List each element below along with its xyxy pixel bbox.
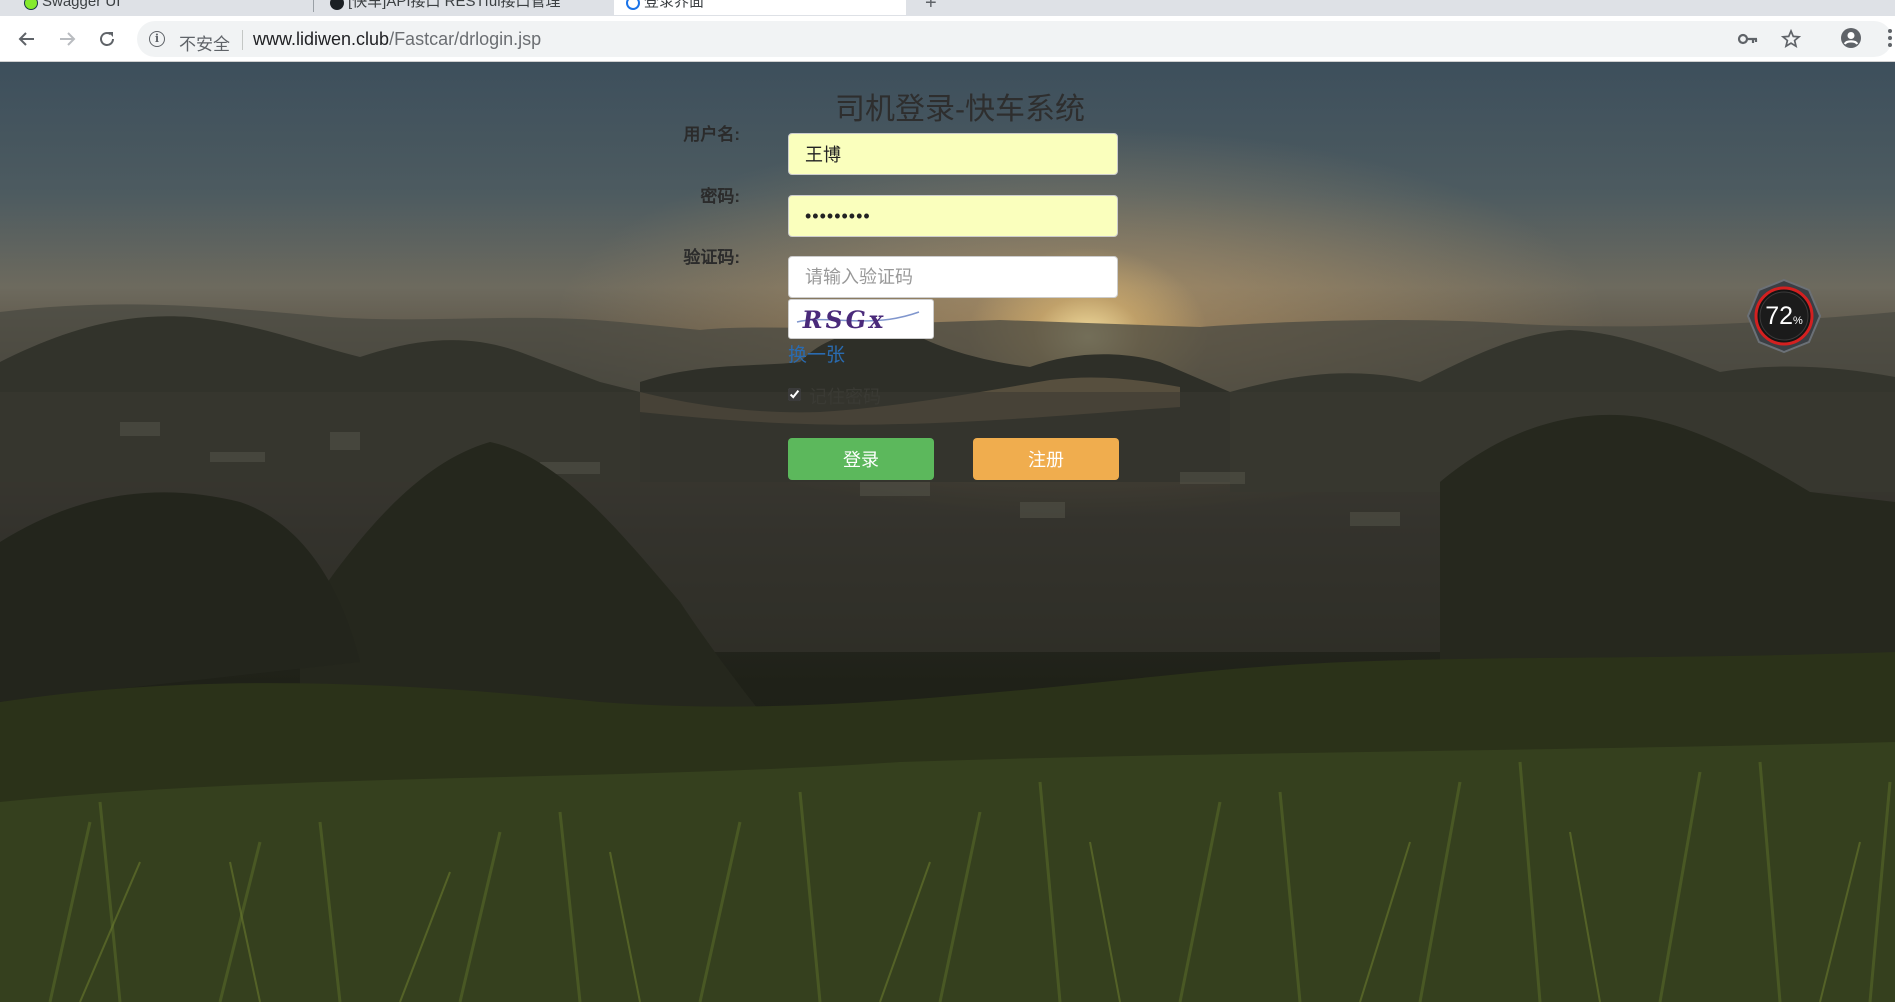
profile-icon[interactable] <box>1840 27 1862 49</box>
tab-strip: Swagger UI [快车]API接口 RESTful接口管理 登录界面 + <box>0 0 1895 16</box>
tab-login-page[interactable]: 登录界面 <box>614 0 906 15</box>
speed-percent: 72% <box>1747 279 1821 353</box>
browser-toolbar: i 不安全 www.lidiwen.club/Fastcar/drlogin.j… <box>0 16 1895 62</box>
loading-icon <box>626 0 640 10</box>
speed-value: 72 <box>1765 302 1794 330</box>
reload-button[interactable] <box>93 25 121 53</box>
url-path: /Fastcar/drlogin.jsp <box>389 29 542 49</box>
tab-title: [快车]API接口 RESTful接口管理 <box>348 0 561 10</box>
tab-api-docs[interactable]: [快车]API接口 RESTful接口管理 <box>318 0 608 15</box>
network-speed-widget[interactable]: 72% <box>1746 278 1822 354</box>
password-label: 密码: <box>700 187 740 206</box>
address-bar[interactable]: i 不安全 www.lidiwen.club/Fastcar/drlogin.j… <box>137 21 1892 57</box>
forward-button[interactable] <box>53 25 81 53</box>
tab-title: 登录界面 <box>644 0 705 10</box>
url-host: www.lidiwen.club <box>253 29 390 49</box>
arrow-right-icon <box>60 32 76 46</box>
key-icon[interactable] <box>1737 31 1759 47</box>
info-icon[interactable]: i <box>149 31 165 47</box>
refresh-captcha-link[interactable]: 换一张 <box>788 340 845 367</box>
register-button[interactable]: 注册 <box>973 438 1119 480</box>
github-icon <box>330 0 344 10</box>
menu-icon[interactable] <box>1887 28 1893 48</box>
username-field[interactable] <box>788 133 1118 175</box>
security-status[interactable]: 不安全 <box>179 30 230 55</box>
username-label: 用户名: <box>683 125 740 144</box>
back-button[interactable] <box>13 25 41 53</box>
svg-text:RSGx: RSGx <box>800 305 888 334</box>
url-text[interactable]: www.lidiwen.club/Fastcar/drlogin.jsp <box>253 29 541 50</box>
remember-password-label[interactable]: 记住密码 <box>809 383 881 409</box>
captcha-glyphs: RSGx <box>796 305 920 334</box>
new-tab-button[interactable]: + <box>925 0 937 15</box>
swagger-icon <box>24 0 38 10</box>
password-field[interactable] <box>788 195 1118 237</box>
remember-password-checkbox[interactable] <box>788 388 801 401</box>
tab-title: Swagger UI <box>42 0 121 10</box>
login-page: 司机登录-快车系统 用户名: 密码: 验证码: RSGx 换一张 记住密码 登录… <box>0 62 1895 1002</box>
percent-sign: % <box>1793 315 1803 327</box>
reload-icon <box>100 32 114 46</box>
star-icon[interactable] <box>1781 29 1801 49</box>
login-button[interactable]: 登录 <box>788 438 934 480</box>
captcha-label: 验证码: <box>683 248 740 267</box>
tab-swagger[interactable]: Swagger UI <box>12 0 312 15</box>
captcha-field[interactable] <box>788 256 1118 298</box>
arrow-left-icon <box>18 32 34 46</box>
address-separator <box>242 30 243 50</box>
tab-separator <box>313 0 314 12</box>
captcha-image[interactable]: RSGx <box>788 299 934 339</box>
page-title: 司机登录-快车系统 <box>835 93 1085 126</box>
